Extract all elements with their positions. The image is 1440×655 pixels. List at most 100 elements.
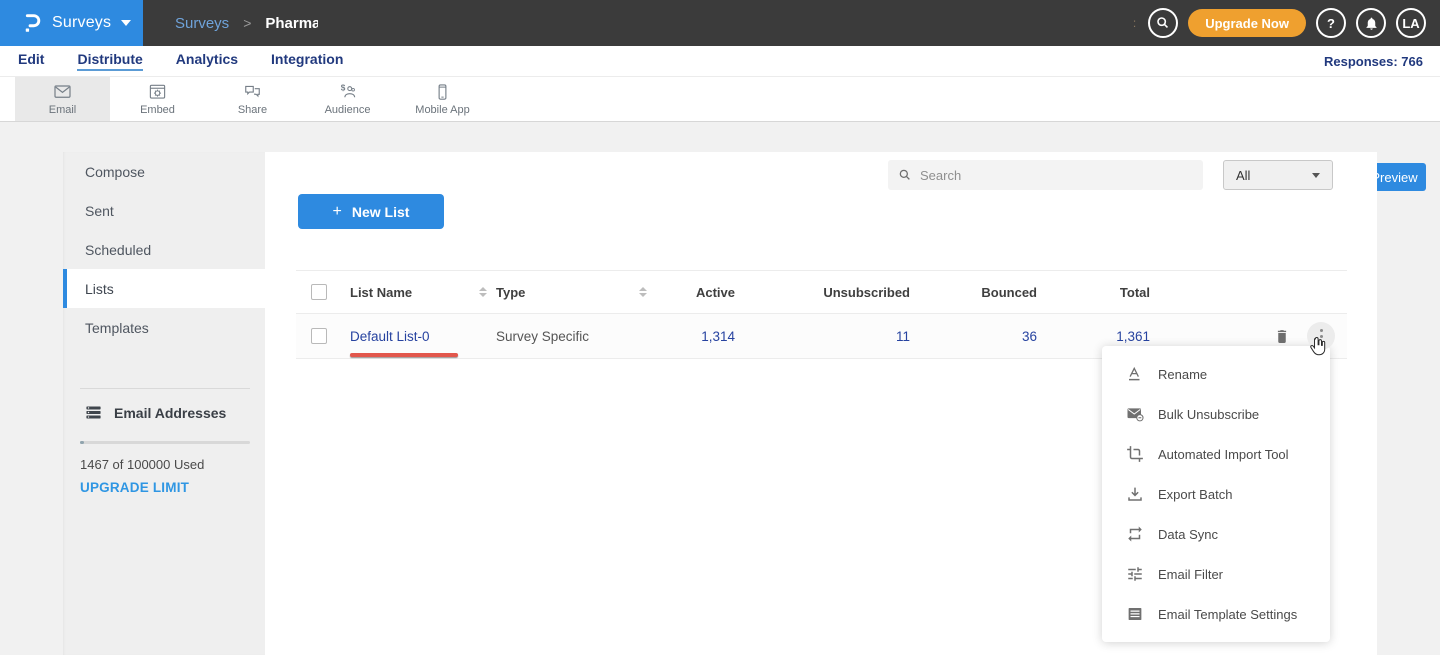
kebab-icon [1320, 329, 1323, 332]
lists-panel: All + New List List Name Type Active Uns… [265, 152, 1377, 655]
tab-distribute[interactable]: Distribute [77, 51, 142, 71]
svg-text:$: $ [341, 83, 346, 92]
search-icon [898, 168, 912, 182]
list-filter-dropdown[interactable]: All [1223, 160, 1333, 190]
channel-tab-mobile-app[interactable]: Mobile App [395, 77, 490, 121]
app-screen: Surveys Surveys > Pharma : Upgrade Now ? [0, 0, 1440, 655]
sidebar-item-lists[interactable]: Lists [63, 269, 265, 308]
breadcrumb: Surveys > Pharma [175, 0, 318, 46]
sort-list-name-icon[interactable] [470, 287, 496, 297]
product-label: Surveys [52, 14, 111, 32]
row-checkbox[interactable] [311, 328, 327, 344]
row-actions [1150, 322, 1347, 350]
red-annotation-underline [350, 353, 458, 357]
sidebar-item-compose[interactable]: Compose [63, 152, 265, 191]
distribute-toolbar: Email Embed Share $ [0, 77, 1440, 122]
email-filter-icon [1126, 565, 1144, 583]
delete-list-button[interactable] [1273, 327, 1291, 345]
column-list-name: List Name [350, 285, 470, 300]
bounced-count-link[interactable]: 36 [910, 329, 1037, 344]
menu-item-email-filter[interactable]: Email Filter [1102, 554, 1330, 594]
address-list-icon [85, 404, 102, 421]
menu-item-export-batch[interactable]: Export Batch [1102, 474, 1330, 514]
overflow-mark: : [1133, 16, 1136, 30]
breadcrumb-current-survey[interactable]: Pharma [265, 15, 318, 32]
new-list-button[interactable]: + New List [298, 194, 444, 229]
menu-item-email-template-settings[interactable]: Email Template Settings [1102, 594, 1330, 634]
sidebar-item-sent[interactable]: Sent [63, 191, 265, 230]
bell-icon [1364, 16, 1379, 31]
breadcrumb-surveys-link[interactable]: Surveys [175, 15, 229, 32]
avatar[interactable]: LA [1396, 8, 1426, 38]
email-usage-text: 1467 of 100000 Used [80, 457, 204, 472]
channel-tab-email[interactable]: Email [15, 77, 110, 121]
channel-tab-share[interactable]: Share [205, 77, 300, 121]
menu-item-rename[interactable]: Rename [1102, 354, 1330, 394]
email-addresses-header: Email Addresses [85, 404, 226, 421]
column-active: Active [656, 285, 735, 300]
share-icon [242, 83, 263, 101]
chevron-down-icon [121, 20, 131, 26]
new-list-label: New List [352, 204, 410, 220]
sidebar-item-scheduled[interactable]: Scheduled [63, 230, 265, 269]
email-template-settings-icon [1126, 605, 1144, 623]
unsubscribed-count-link[interactable]: 11 [735, 329, 910, 344]
automated-import-icon [1126, 445, 1144, 463]
email-addresses-title: Email Addresses [114, 405, 226, 421]
search-input[interactable] [912, 160, 1203, 190]
trash-icon [1273, 327, 1291, 345]
upgrade-limit-link[interactable]: UPGRADE LIMIT [80, 480, 189, 495]
list-context-menu: Rename Bulk Unsubscribe Automated Import… [1102, 346, 1330, 642]
menu-item-data-sync[interactable]: Data Sync [1102, 514, 1330, 554]
data-sync-icon [1126, 525, 1144, 543]
search-button[interactable] [1148, 8, 1178, 38]
list-name-link[interactable]: Default List-0 [350, 329, 430, 344]
column-unsubscribed: Unsubscribed [735, 285, 910, 300]
email-usage-progress-fill [80, 441, 84, 444]
menu-item-bulk-unsubscribe[interactable]: Bulk Unsubscribe [1102, 394, 1330, 434]
list-type: Survey Specific [496, 329, 630, 344]
menu-item-automated-import[interactable]: Automated Import Tool [1102, 434, 1330, 474]
topbar-actions: : Upgrade Now ? LA [1133, 0, 1426, 46]
select-all-checkbox[interactable] [311, 284, 327, 300]
lists-table: List Name Type Active Unsubscribed Bounc… [296, 270, 1347, 359]
help-button[interactable]: ? [1316, 8, 1346, 38]
column-total: Total [1037, 285, 1150, 300]
breadcrumb-separator: > [243, 15, 251, 31]
filter-value: All [1236, 168, 1250, 183]
channel-tab-audience[interactable]: $ Audience [300, 77, 395, 121]
channel-tabs: Email Embed Share $ [15, 77, 490, 121]
audience-icon: $ [337, 83, 358, 101]
rename-icon [1126, 365, 1144, 383]
total-count-link[interactable]: 1,361 [1037, 329, 1150, 344]
email-icon [52, 83, 73, 101]
sort-type-icon[interactable] [630, 287, 656, 297]
export-batch-icon [1126, 485, 1144, 503]
tab-edit[interactable]: Edit [18, 51, 44, 71]
list-search [888, 160, 1203, 190]
bulk-unsubscribe-icon [1126, 405, 1144, 423]
topbar: Surveys Surveys > Pharma : Upgrade Now ? [0, 0, 1440, 46]
survey-nav: Edit Distribute Analytics Integration Re… [0, 46, 1440, 77]
row-menu-button[interactable] [1307, 322, 1335, 350]
chevron-down-icon [1312, 173, 1320, 178]
embed-icon [147, 83, 168, 101]
channel-tab-embed[interactable]: Embed [110, 77, 205, 121]
table-header-row: List Name Type Active Unsubscribed Bounc… [296, 270, 1347, 314]
upgrade-now-button[interactable]: Upgrade Now [1188, 9, 1306, 37]
tab-analytics[interactable]: Analytics [176, 51, 238, 71]
product-switcher[interactable]: Surveys [0, 0, 143, 46]
mobile-app-icon [432, 83, 453, 101]
notifications-button[interactable] [1356, 8, 1386, 38]
email-sidebar: Compose Sent Scheduled Lists Templates E… [63, 152, 265, 655]
sidebar-divider [80, 388, 250, 389]
preview-label: Preview [1371, 170, 1417, 185]
sidebar-item-templates[interactable]: Templates [63, 308, 265, 347]
column-bounced: Bounced [910, 285, 1037, 300]
questionpro-logo-icon [20, 12, 42, 34]
responses-count[interactable]: Responses: 766 [1324, 54, 1423, 69]
tab-integration[interactable]: Integration [271, 51, 343, 71]
search-icon [1155, 15, 1171, 31]
plus-icon: + [333, 203, 342, 221]
active-count-link[interactable]: 1,314 [656, 329, 735, 344]
